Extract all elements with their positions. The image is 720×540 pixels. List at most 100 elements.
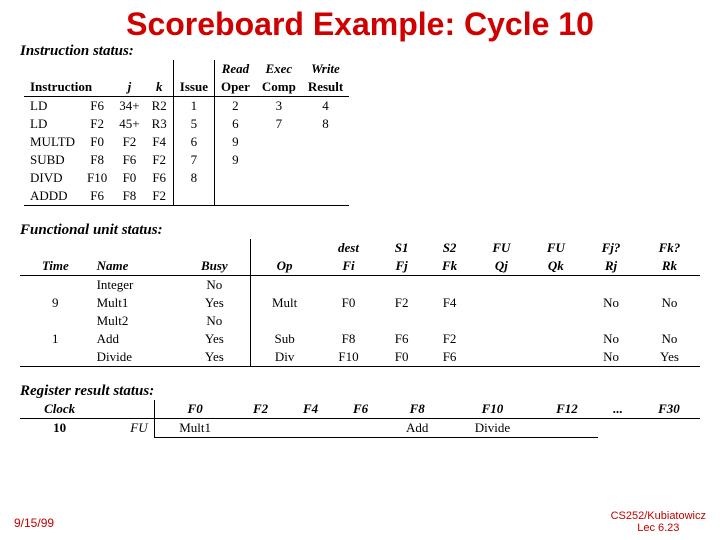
hdr-comp: Comp [256, 78, 302, 97]
footer-course: CS252/Kubiatowicz [611, 510, 706, 522]
hdr-fu: FU [99, 419, 154, 438]
cell [474, 312, 528, 330]
cell: F0 [319, 294, 379, 312]
hdr-fkq: Fk? [639, 239, 700, 257]
hdr-result: Result [302, 78, 349, 97]
instr-row: LDF245+R35678 [24, 115, 349, 133]
cell [474, 276, 528, 295]
cell: F4 [425, 294, 474, 312]
reg-val [638, 419, 700, 438]
hdr-s1: S1 [378, 239, 425, 257]
cell [256, 169, 302, 187]
cell: F10 [319, 348, 379, 367]
cell [302, 133, 349, 151]
footer-date: 9/15/99 [14, 516, 54, 530]
hdr-rk: Rk [639, 257, 700, 276]
cell: No [179, 276, 250, 295]
cell: 6 [214, 115, 255, 133]
hdr-fu1: FU [474, 239, 528, 257]
reg-val: Mult1 [154, 419, 235, 438]
slide-title: Scoreboard Example: Cycle 10 [0, 0, 720, 43]
hdr-dest: dest [319, 239, 379, 257]
footer-lec: Lec 6.23 [637, 522, 679, 534]
cell: Mult2 [91, 312, 179, 330]
cell: F0 [113, 169, 145, 187]
hdr-read: Read [214, 60, 255, 78]
cell: No [639, 294, 700, 312]
reg-hdr: F6 [336, 400, 386, 419]
reg-hdr: ... [598, 400, 638, 419]
cell: Integer [91, 276, 179, 295]
cell: No [583, 330, 639, 348]
reg-val [598, 419, 638, 438]
reg-hdr: F10 [449, 400, 536, 419]
cell [250, 276, 318, 295]
cell: No [639, 330, 700, 348]
cell: R2 [146, 97, 174, 116]
cell [378, 276, 425, 295]
cell: 6 [173, 133, 214, 151]
cell: Sub [250, 330, 318, 348]
cell: ADDD [24, 187, 81, 206]
cell: F8 [81, 151, 113, 169]
hdr-qj: Qj [474, 257, 528, 276]
cell: F2 [146, 187, 174, 206]
cell [529, 330, 583, 348]
fu-row: DivideYesDivF10F0F6NoYes [20, 348, 700, 367]
cell: 7 [256, 115, 302, 133]
cell [529, 276, 583, 295]
hdr-op: Op [250, 257, 318, 276]
cell [20, 276, 91, 295]
cell: Mult [250, 294, 318, 312]
fu-row: IntegerNo [20, 276, 700, 295]
hdr-fk: Fk [425, 257, 474, 276]
cell [302, 169, 349, 187]
cell: SUBD [24, 151, 81, 169]
cell: Mult1 [91, 294, 179, 312]
cell [214, 187, 255, 206]
reg-hdr: F4 [286, 400, 336, 419]
hdr-fjq: Fj? [583, 239, 639, 257]
cell: Yes [179, 330, 250, 348]
cell: LD [24, 97, 81, 116]
cell [319, 312, 379, 330]
fu-row: Mult2No [20, 312, 700, 330]
cell: Yes [179, 294, 250, 312]
cell: DIVD [24, 169, 81, 187]
cell: Yes [639, 348, 700, 367]
cell: F8 [319, 330, 379, 348]
instruction-status-table: Read Exec Write Instruction j k Issue Op… [24, 60, 349, 206]
fu-row: 9Mult1YesMultF0F2F4NoNo [20, 294, 700, 312]
cell [256, 151, 302, 169]
fu-row: 1AddYesSubF8F6F2NoNo [20, 330, 700, 348]
cell: F4 [146, 133, 174, 151]
cell [474, 330, 528, 348]
cell: 1 [173, 97, 214, 116]
hdr-fi: Fi [319, 257, 379, 276]
hdr-time: Time [20, 257, 91, 276]
hdr-exec: Exec [256, 60, 302, 78]
cell [425, 276, 474, 295]
cell [639, 312, 700, 330]
reg-val [286, 419, 336, 438]
hdr-instruction: Instruction [24, 78, 113, 97]
cell: F0 [378, 348, 425, 367]
cell: 8 [173, 169, 214, 187]
cell: F0 [81, 133, 113, 151]
cell: 45+ [113, 115, 145, 133]
hdr-j: j [113, 78, 145, 97]
hdr-fj: Fj [378, 257, 425, 276]
reg-val: Add [386, 419, 449, 438]
cell [425, 312, 474, 330]
cell: 7 [173, 151, 214, 169]
cell [319, 276, 379, 295]
cell: 2 [214, 97, 255, 116]
hdr-qk: Qk [529, 257, 583, 276]
cell [529, 294, 583, 312]
hdr-clock: Clock [20, 400, 99, 419]
fu-status-label: Functional unit status: [20, 222, 700, 239]
cell: F6 [81, 187, 113, 206]
instruction-status-label: Instruction status: [20, 43, 700, 60]
instr-row: DIVDF10F0F68 [24, 169, 349, 187]
cell: F2 [146, 151, 174, 169]
